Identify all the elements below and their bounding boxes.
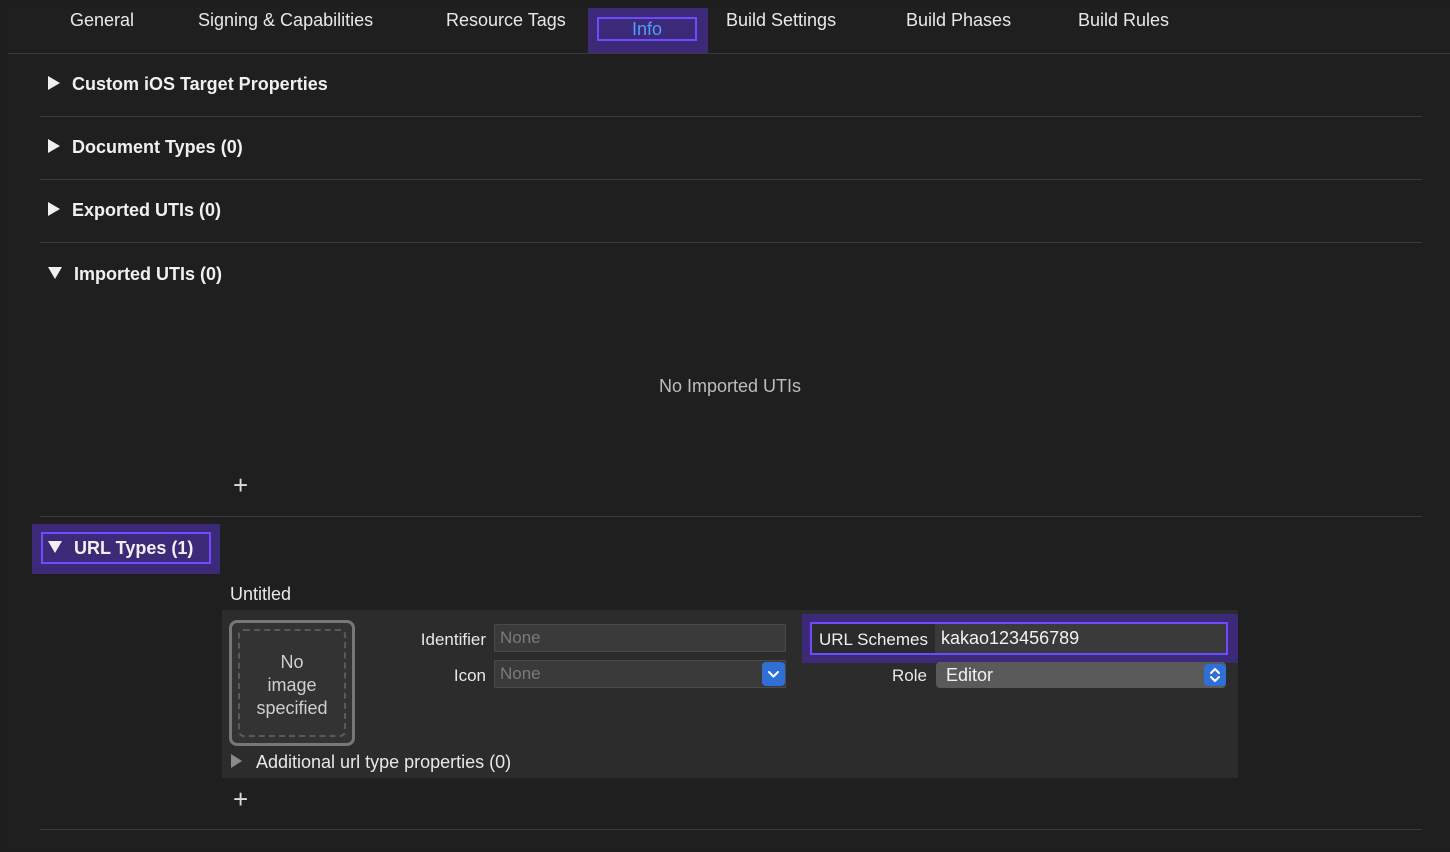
tab-general[interactable]: General bbox=[70, 0, 134, 45]
section-imported-utis[interactable]: Imported UTIs (0) bbox=[48, 264, 222, 285]
tab-resource-tags[interactable]: Resource Tags bbox=[446, 0, 566, 45]
add-url-type-plus-icon[interactable]: + bbox=[233, 786, 248, 812]
placeholder-line: specified bbox=[256, 698, 328, 718]
icon-label: Icon bbox=[453, 666, 486, 685]
section-divider bbox=[40, 516, 1422, 517]
additional-url-type-properties[interactable]: Additional url type properties (0) bbox=[231, 752, 511, 773]
section-title: URL Types (1) bbox=[74, 538, 194, 558]
section-divider bbox=[40, 179, 1422, 180]
section-divider bbox=[40, 829, 1422, 830]
icon-popup-field[interactable]: None bbox=[494, 660, 786, 688]
section-exported-utis[interactable]: Exported UTIs (0) bbox=[48, 200, 221, 221]
url-schemes-label: URL Schemes bbox=[819, 630, 928, 649]
section-divider bbox=[40, 116, 1422, 117]
placeholder-line: No bbox=[280, 652, 304, 672]
image-well-placeholder: No image specified bbox=[232, 651, 352, 720]
url-schemes-field[interactable]: kakao123456789 bbox=[935, 624, 1226, 653]
section-divider bbox=[40, 242, 1422, 243]
imported-utis-empty-message: No Imported UTIs bbox=[659, 376, 802, 396]
up-down-chevron-icon[interactable] bbox=[1204, 664, 1226, 686]
section-title: Imported UTIs (0) bbox=[74, 264, 223, 284]
section-title: Custom iOS Target Properties bbox=[72, 74, 328, 94]
tab-build-phases[interactable]: Build Phases bbox=[906, 0, 1011, 45]
placeholder-line: image bbox=[267, 675, 317, 695]
additional-properties-label: Additional url type properties (0) bbox=[256, 752, 512, 772]
disclosure-right-icon bbox=[48, 139, 60, 154]
disclosure-right-icon bbox=[231, 754, 242, 769]
role-popup[interactable]: Editor bbox=[936, 662, 1226, 688]
add-imported-uti-plus-icon[interactable]: + bbox=[233, 472, 248, 498]
tab-build-rules[interactable]: Build Rules bbox=[1078, 0, 1169, 45]
section-url-types[interactable]: URL Types (1) bbox=[48, 538, 193, 559]
identifier-label: Identifier bbox=[420, 630, 486, 649]
role-label: Role bbox=[892, 666, 927, 685]
chevron-down-icon[interactable] bbox=[762, 662, 785, 686]
section-document-types[interactable]: Document Types (0) bbox=[48, 137, 243, 158]
disclosure-right-icon bbox=[48, 76, 60, 91]
section-custom-ios-target-properties[interactable]: Custom iOS Target Properties bbox=[48, 74, 328, 95]
disclosure-right-icon bbox=[48, 202, 60, 217]
url-type-name: Untitled bbox=[230, 584, 292, 604]
section-title: Document Types (0) bbox=[72, 137, 243, 157]
section-title: Exported UTIs (0) bbox=[72, 200, 222, 220]
url-type-image-well[interactable]: No image specified bbox=[229, 620, 355, 746]
tab-signing-capabilities[interactable]: Signing & Capabilities bbox=[198, 0, 373, 45]
disclosure-down-icon bbox=[48, 541, 62, 554]
tab-build-settings[interactable]: Build Settings bbox=[726, 0, 836, 45]
disclosure-down-icon bbox=[48, 267, 62, 280]
identifier-field[interactable]: None bbox=[494, 624, 786, 652]
tab-info[interactable]: Info bbox=[597, 17, 697, 41]
